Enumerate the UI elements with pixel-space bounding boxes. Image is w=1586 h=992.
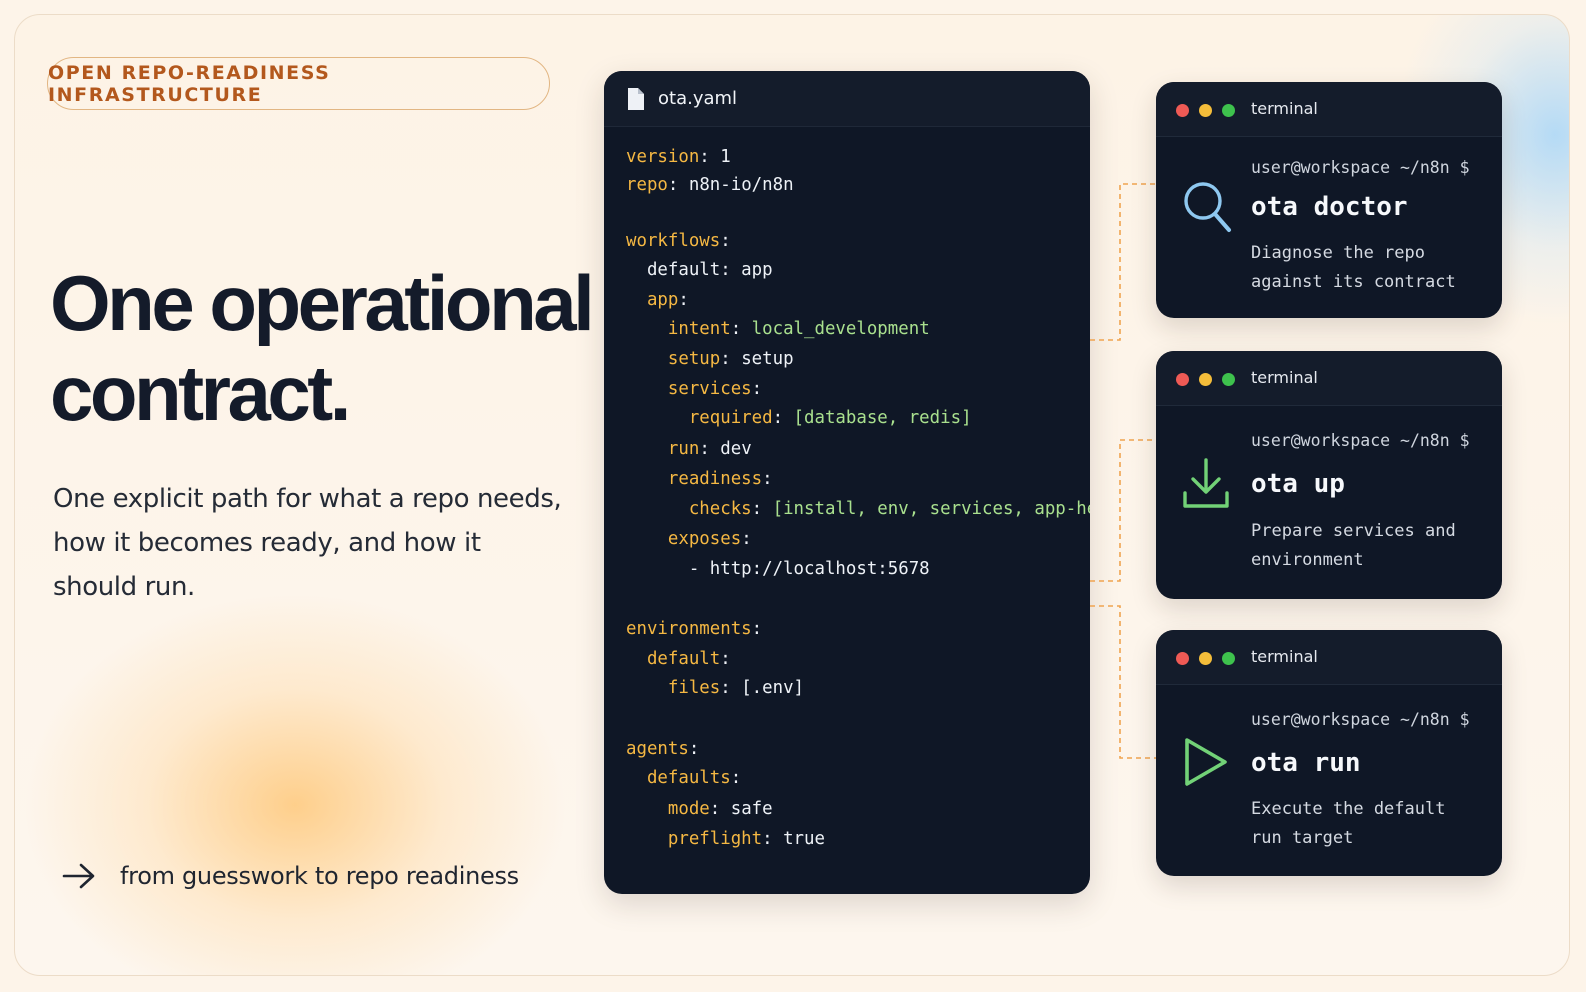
description-line: run target bbox=[1251, 828, 1354, 848]
description-line: Diagnose the repo bbox=[1251, 243, 1425, 263]
terminal-description: Execute the default run target bbox=[1251, 795, 1445, 853]
terminal-prompt: user@workspace ~/n8n $ bbox=[1251, 710, 1470, 729]
minimize-dot[interactable] bbox=[1199, 373, 1212, 386]
terminal-card-up: terminal user@workspace ~/n8n $ ota up P… bbox=[1156, 351, 1502, 599]
search-icon bbox=[1182, 180, 1234, 240]
terminal-description: Prepare services and environment bbox=[1251, 517, 1456, 575]
minimize-dot[interactable] bbox=[1199, 104, 1212, 117]
maximize-dot[interactable] bbox=[1222, 373, 1235, 386]
terminal-command: ota doctor bbox=[1251, 192, 1408, 222]
connector-run bbox=[1090, 605, 1156, 759]
terminal-command: ota up bbox=[1251, 469, 1345, 499]
terminal-label: terminal bbox=[1251, 99, 1318, 118]
terminal-label: terminal bbox=[1251, 647, 1318, 666]
terminal-description: Diagnose the repo against its contract bbox=[1251, 239, 1456, 297]
connector-doctor bbox=[1090, 183, 1156, 341]
terminal-prompt: user@workspace ~/n8n $ bbox=[1251, 158, 1470, 177]
close-dot[interactable] bbox=[1176, 652, 1189, 665]
terminal-header: terminal bbox=[1156, 630, 1502, 685]
play-icon bbox=[1182, 736, 1230, 792]
terminal-card-doctor: terminal user@workspace ~/n8n $ ota doct… bbox=[1156, 82, 1502, 318]
description-line: Execute the default bbox=[1251, 799, 1446, 819]
terminal-prompt: user@workspace ~/n8n $ bbox=[1251, 431, 1470, 450]
description-line: environment bbox=[1251, 550, 1364, 570]
minimize-dot[interactable] bbox=[1199, 652, 1212, 665]
close-dot[interactable] bbox=[1176, 373, 1189, 386]
description-line: Prepare services and bbox=[1251, 521, 1456, 541]
terminal-header: terminal bbox=[1156, 82, 1502, 137]
terminal-command: ota run bbox=[1251, 748, 1361, 778]
terminal-label: terminal bbox=[1251, 368, 1318, 387]
close-dot[interactable] bbox=[1176, 104, 1189, 117]
maximize-dot[interactable] bbox=[1222, 652, 1235, 665]
connector-up bbox=[1090, 439, 1156, 582]
terminal-header: terminal bbox=[1156, 351, 1502, 406]
terminal-card-run: terminal user@workspace ~/n8n $ ota run … bbox=[1156, 630, 1502, 876]
maximize-dot[interactable] bbox=[1222, 104, 1235, 117]
description-line: against its contract bbox=[1251, 272, 1456, 292]
download-icon bbox=[1182, 457, 1232, 515]
